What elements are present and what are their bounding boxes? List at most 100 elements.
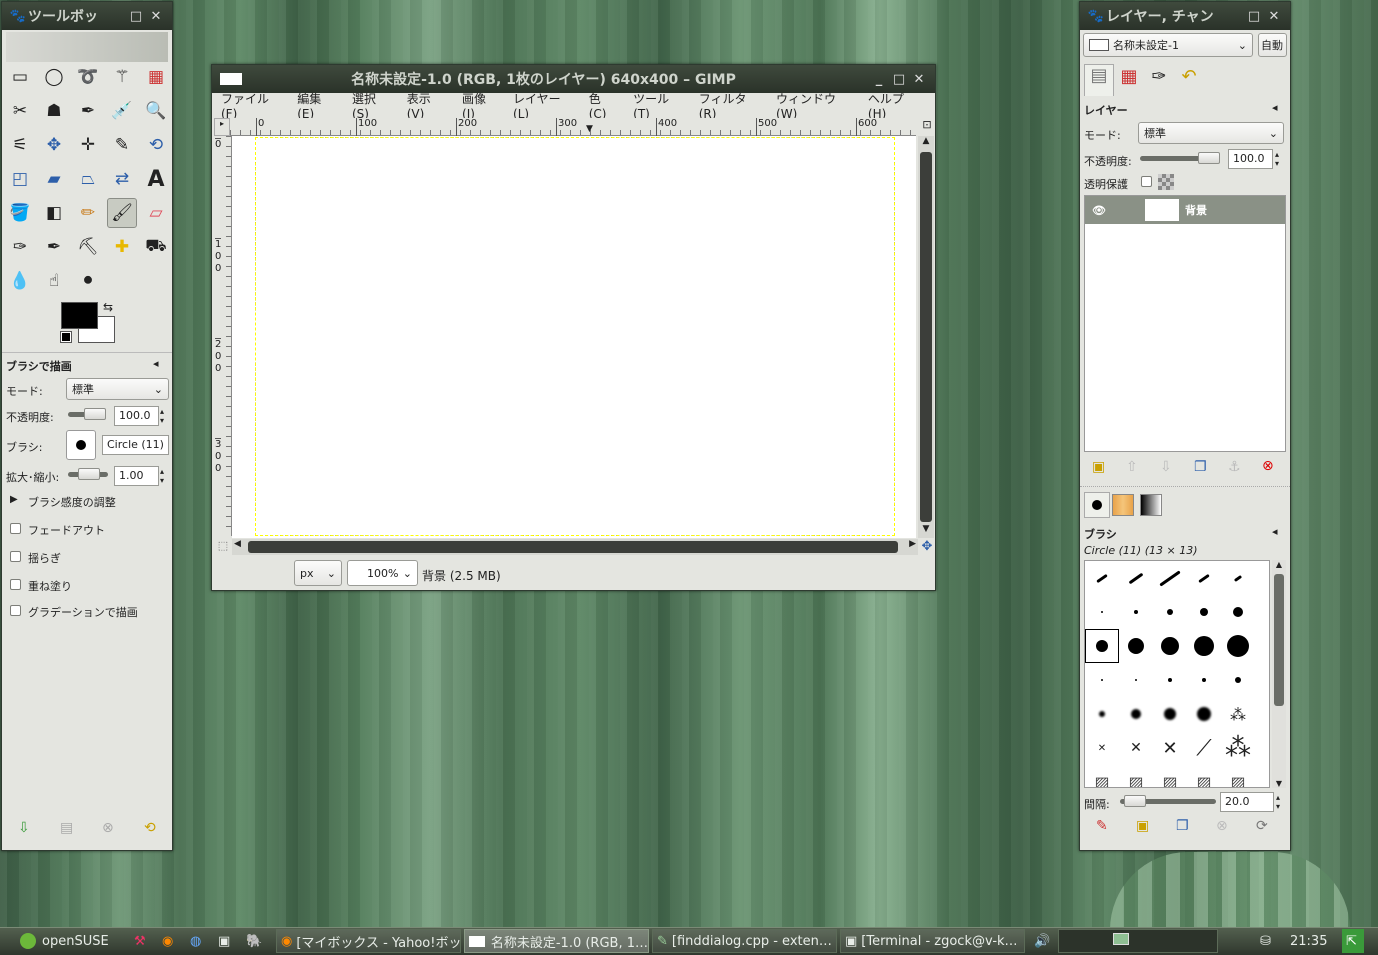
new-brush-icon[interactable]: ▣	[1136, 818, 1149, 834]
layer-opacity-spin[interactable]: 100.0	[1228, 149, 1273, 169]
brush-cell[interactable]	[1187, 697, 1221, 731]
brush-cell[interactable]: ▨	[1187, 765, 1221, 788]
brush-cell[interactable]: ▨	[1119, 765, 1153, 788]
brush-cell[interactable]: ▨	[1085, 765, 1119, 788]
edit-brush-icon[interactable]: ✎	[1096, 818, 1108, 834]
brush-preview-button[interactable]	[66, 430, 96, 460]
brush-cell[interactable]	[1221, 595, 1255, 629]
scroll-down-icon[interactable]: ▼	[918, 524, 934, 538]
restore-options-icon[interactable]: ▤	[60, 820, 73, 836]
clone-icon[interactable]: ⛏	[73, 232, 103, 262]
rotate-icon[interactable]: ⟲	[141, 130, 171, 160]
menu-item[interactable]: 画像(I)	[462, 90, 496, 121]
scale-slider[interactable]	[68, 468, 108, 480]
spacing-spin[interactable]: 20.0	[1220, 792, 1274, 812]
close-icon[interactable]: ✕	[909, 72, 929, 87]
save-options-icon[interactable]: ⇩	[18, 820, 30, 836]
delete-layer-icon[interactable]: ⊗	[1262, 458, 1274, 474]
scroll-up-icon[interactable]: ▲	[1272, 560, 1286, 569]
brush-cell[interactable]	[1085, 663, 1119, 697]
delete-brush-icon[interactable]: ⊗	[1216, 818, 1228, 834]
dock-tab-patterns[interactable]	[1112, 494, 1134, 516]
fade-checkbox[interactable]	[10, 523, 21, 534]
brush-cell[interactable]: ⁂	[1221, 697, 1255, 731]
layers-titlebar[interactable]: 🐾 レイヤー, チャン □ ✕	[1080, 2, 1290, 30]
task-gimp[interactable]: 名称未設定-1.0 (RGB, 1…	[464, 929, 649, 953]
blur-icon[interactable]: 💧	[5, 266, 35, 296]
free-select-icon[interactable]: ➰	[73, 62, 103, 92]
launcher-hammer-icon[interactable]: ⚒	[130, 929, 152, 953]
volume-icon[interactable]: 🔊	[1030, 929, 1054, 953]
ink-icon[interactable]: ✒	[39, 232, 69, 262]
brush-cell[interactable]	[1153, 629, 1187, 663]
spin-arrows-icon[interactable]: ▴ ▾	[1275, 150, 1279, 168]
navigation-icon[interactable]: ⊡	[919, 118, 935, 136]
foreground-select-icon[interactable]: ☗	[39, 96, 69, 126]
horizontal-scroll-thumb[interactable]	[248, 541, 898, 553]
zoom-select[interactable]: 100% ⌄	[347, 560, 418, 586]
dock-tab-channels[interactable]: ▦	[1114, 66, 1144, 96]
close-icon[interactable]: ✕	[1264, 9, 1284, 24]
brush-cell[interactable]: ✕	[1119, 731, 1153, 765]
brush-cell[interactable]	[1187, 663, 1221, 697]
measure-icon[interactable]: ⚟	[5, 130, 35, 160]
brush-cell[interactable]	[1085, 595, 1119, 629]
brush-cell[interactable]	[1119, 663, 1153, 697]
menu-item[interactable]: ウィンドウ(W)	[776, 90, 851, 121]
text-icon[interactable]: A	[141, 164, 171, 194]
spin-arrows-icon[interactable]: ▴ ▾	[160, 407, 164, 425]
launcher-terminal-icon[interactable]: ▣	[214, 929, 236, 953]
toolbox-titlebar[interactable]: 🐾 ツールボッ □ ✕	[2, 2, 172, 30]
dynamics-expander[interactable]: ブラシ感度の調整	[28, 494, 116, 510]
scroll-down-icon[interactable]: ▼	[1272, 779, 1286, 788]
blend-icon[interactable]: ◧	[39, 198, 69, 228]
swap-colors-icon[interactable]: ⇆	[103, 300, 113, 314]
brush-cell[interactable]: ✕	[1153, 731, 1187, 765]
scale-icon[interactable]: ◰	[5, 164, 35, 194]
layer-opacity-slider[interactable]	[1140, 152, 1220, 164]
align-icon[interactable]: ✛	[73, 130, 103, 160]
lower-layer-icon[interactable]: ⇩	[1160, 459, 1172, 475]
perspective-icon[interactable]: ⏢	[73, 164, 103, 194]
brush-name-field[interactable]: Circle (11)	[102, 435, 169, 455]
auto-button[interactable]: 自動	[1258, 33, 1287, 57]
reset-options-icon[interactable]: ⟲	[144, 820, 156, 836]
scissors-icon[interactable]: ✂	[5, 96, 35, 126]
smudge-icon[interactable]: ☝	[39, 266, 69, 296]
layer-opacity-knob[interactable]	[1198, 152, 1220, 164]
task-editor[interactable]: ✎ [finddialog.cpp - exten…	[652, 929, 837, 953]
brush-cell[interactable]	[1153, 561, 1187, 595]
minimize-icon[interactable]: _	[869, 72, 889, 87]
incremental-checkbox[interactable]	[10, 579, 21, 590]
brush-cell[interactable]	[1119, 561, 1153, 595]
delete-options-icon[interactable]: ⊗	[102, 820, 114, 836]
menu-item[interactable]: ヘルプ(H)	[868, 90, 918, 121]
brush-cell[interactable]	[1085, 629, 1119, 663]
anchor-layer-icon[interactable]: ⚓	[1228, 459, 1241, 475]
jitter-checkbox[interactable]	[10, 551, 21, 562]
brush-cell[interactable]	[1187, 629, 1221, 663]
brush-cell[interactable]	[1119, 629, 1153, 663]
refresh-brushes-icon[interactable]: ⟳	[1256, 818, 1268, 834]
paths-icon[interactable]: ✒	[73, 96, 103, 126]
brush-cell[interactable]	[1153, 595, 1187, 629]
task-terminal[interactable]: ▣ [Terminal - zgock@v-k…	[840, 929, 1025, 953]
unit-select[interactable]: px ⌄	[294, 560, 342, 586]
duplicate-layer-icon[interactable]: ❐	[1194, 459, 1207, 475]
brush-cell[interactable]: ⟋	[1187, 731, 1221, 765]
expander-arrow-icon[interactable]: ▶	[10, 494, 18, 505]
scroll-right-icon[interactable]: ▶	[909, 539, 916, 549]
vertical-scrollbar[interactable]: ▲ ▼	[918, 136, 934, 538]
layers-menu-icon[interactable]: ◂	[1272, 101, 1278, 114]
close-icon[interactable]: ✕	[146, 9, 166, 24]
brushes-menu-icon[interactable]: ◂	[1272, 525, 1278, 538]
bucket-fill-icon[interactable]: 🪣	[5, 198, 35, 228]
eraser-icon[interactable]: ▱	[141, 198, 171, 228]
menu-item[interactable]: 表示(V)	[407, 90, 445, 121]
clock[interactable]: 21:35	[1286, 929, 1336, 953]
perspective-clone-icon[interactable]: ⛟	[141, 232, 171, 262]
gradient-checkbox[interactable]	[10, 605, 21, 616]
dock-tab-paths[interactable]: ✑	[1144, 66, 1174, 96]
brush-cell[interactable]	[1221, 663, 1255, 697]
flip-icon[interactable]: ⇄	[107, 164, 137, 194]
